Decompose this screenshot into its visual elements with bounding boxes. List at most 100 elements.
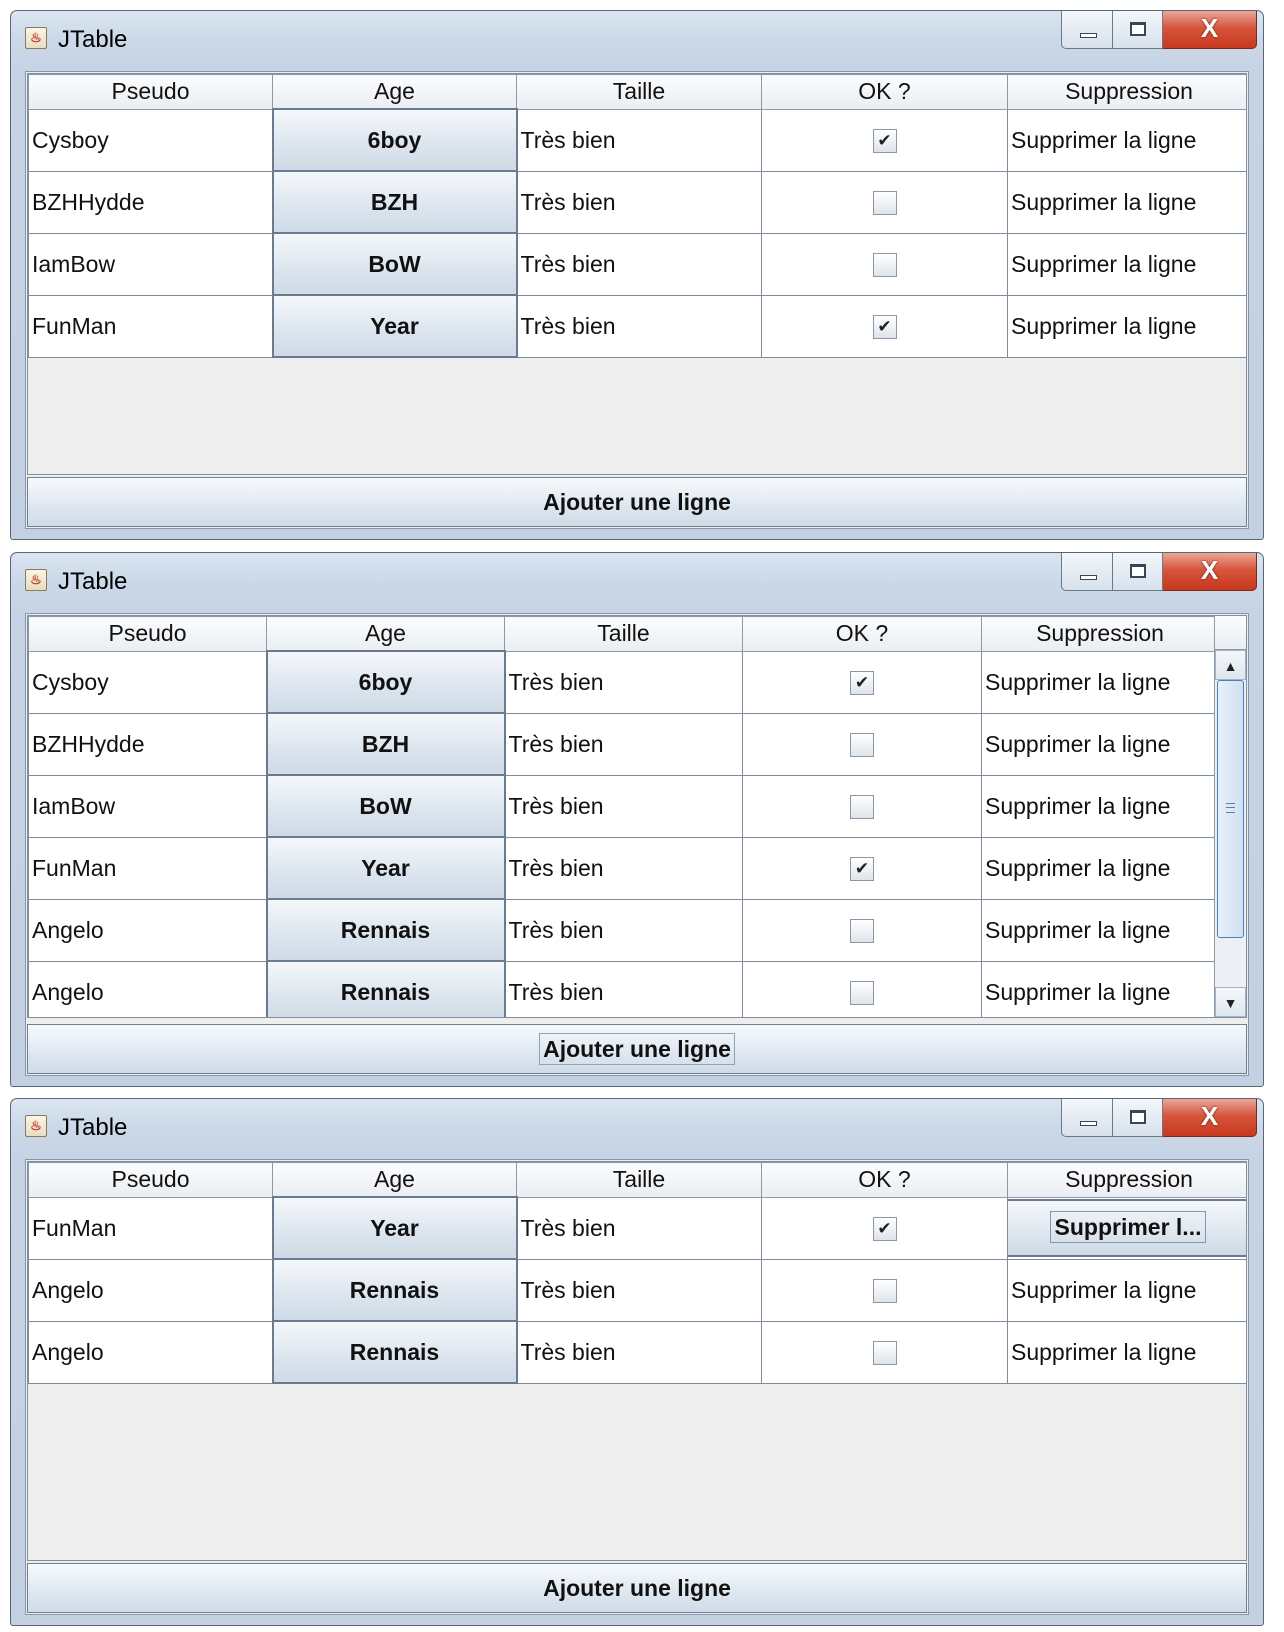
pseudo-cell[interactable]: Angelo — [28, 1258, 273, 1322]
column-header-age[interactable]: Age — [266, 616, 505, 652]
age-button[interactable]: Year — [265, 836, 506, 900]
column-header-pseudo[interactable]: Pseudo — [28, 1162, 273, 1198]
add-row-button[interactable]: Ajouter une ligne — [27, 477, 1247, 527]
pseudo-cell[interactable]: Angelo — [28, 960, 267, 1017]
column-header-ok[interactable]: OK ? — [761, 74, 1008, 110]
taille-cell[interactable]: Très bien — [504, 774, 743, 838]
ok-checkbox[interactable]: ✔ — [872, 1341, 897, 1366]
column-header-taille[interactable]: Taille — [516, 1162, 762, 1198]
pseudo-cell[interactable]: Angelo — [28, 898, 267, 962]
close-button[interactable]: X — [1163, 553, 1257, 591]
pseudo-cell[interactable]: Cysboy — [28, 650, 267, 714]
suppression-cell[interactable]: Supprimer la ligne — [1007, 108, 1246, 172]
pseudo-cell[interactable]: FunMan — [28, 294, 273, 358]
age-button[interactable]: 6boy — [271, 108, 518, 172]
suppression-cell[interactable]: Supprimer la ligne — [981, 960, 1219, 1017]
age-button[interactable]: Rennais — [265, 960, 506, 1017]
taille-cell[interactable]: Très bien — [504, 898, 743, 962]
ok-checkbox[interactable]: ✔ — [850, 795, 874, 820]
suppression-cell[interactable]: Supprimer la ligne — [981, 774, 1219, 838]
ok-checkbox[interactable]: ✔ — [872, 315, 897, 340]
suppression-cell[interactable]: Supprimer la ligne — [981, 836, 1219, 900]
taille-cell[interactable]: Très bien — [516, 170, 762, 234]
age-button[interactable]: BoW — [265, 774, 506, 838]
taille-cell[interactable]: Très bien — [516, 1320, 762, 1384]
taille-cell[interactable]: Très bien — [516, 294, 762, 358]
ok-checkbox[interactable]: ✔ — [872, 253, 897, 278]
suppression-cell[interactable]: Supprimer la ligne — [1007, 232, 1246, 296]
scroll-up-button[interactable]: ▲ — [1215, 650, 1246, 680]
close-button[interactable]: X — [1163, 1099, 1257, 1137]
maximize-button[interactable] — [1113, 11, 1163, 49]
maximize-button[interactable] — [1113, 1099, 1163, 1137]
pseudo-cell[interactable]: IamBow — [28, 232, 273, 296]
add-row-button[interactable]: Ajouter une ligne — [27, 1563, 1247, 1613]
column-header-suppression[interactable]: Suppression — [981, 616, 1219, 652]
title-bar[interactable]: ♨ JTable X — [11, 553, 1263, 615]
ok-checkbox[interactable]: ✔ — [872, 191, 897, 216]
column-header-ok[interactable]: OK ? — [742, 616, 982, 652]
age-button[interactable]: BoW — [271, 232, 518, 296]
suppression-cell[interactable]: Supprimer la ligne — [1007, 1320, 1246, 1384]
column-header-pseudo[interactable]: Pseudo — [28, 616, 267, 652]
age-button[interactable]: BZH — [265, 712, 506, 776]
minimize-button[interactable] — [1061, 553, 1113, 591]
minimize-button[interactable] — [1061, 11, 1113, 49]
taille-cell[interactable]: Très bien — [504, 960, 743, 1017]
taille-cell[interactable]: Très bien — [516, 1258, 762, 1322]
suppression-cell[interactable]: Supprimer la ligne — [1007, 1258, 1246, 1322]
column-header-taille[interactable]: Taille — [504, 616, 743, 652]
ok-checkbox[interactable]: ✔ — [872, 1217, 897, 1242]
age-button[interactable]: Rennais — [271, 1320, 518, 1384]
column-header-ok[interactable]: OK ? — [761, 1162, 1008, 1198]
vertical-scrollbar[interactable]: ▲ ▼ — [1214, 616, 1246, 1017]
pseudo-cell[interactable]: IamBow — [28, 774, 267, 838]
column-header-age[interactable]: Age — [272, 1162, 517, 1198]
delete-row-button[interactable]: Supprimer l... — [1008, 1199, 1246, 1257]
taille-cell[interactable]: Très bien — [504, 650, 743, 714]
pseudo-cell[interactable]: BZHHydde — [28, 712, 267, 776]
age-button[interactable]: BZH — [271, 170, 518, 234]
close-button[interactable]: X — [1163, 11, 1257, 49]
scroll-down-button[interactable]: ▼ — [1215, 987, 1246, 1017]
minimize-button[interactable] — [1061, 1099, 1113, 1137]
pseudo-cell[interactable]: Angelo — [28, 1320, 273, 1384]
suppression-cell[interactable]: Supprimer la ligne — [1007, 170, 1246, 234]
age-button[interactable]: Year — [271, 294, 518, 358]
column-header-suppression[interactable]: Suppression — [1007, 1162, 1246, 1198]
ok-checkbox[interactable]: ✔ — [850, 919, 874, 944]
maximize-button[interactable] — [1113, 553, 1163, 591]
ok-checkbox[interactable]: ✔ — [872, 1279, 897, 1304]
pseudo-cell[interactable]: FunMan — [28, 836, 267, 900]
column-header-taille[interactable]: Taille — [516, 74, 762, 110]
pseudo-cell[interactable]: Cysboy — [28, 108, 273, 172]
scrollbar-thumb[interactable] — [1217, 680, 1244, 938]
taille-cell[interactable]: Très bien — [504, 836, 743, 900]
age-button[interactable]: 6boy — [265, 650, 506, 714]
taille-cell[interactable]: Très bien — [516, 1196, 762, 1260]
suppression-cell[interactable]: Supprimer la ligne — [981, 898, 1219, 962]
java-icon: ♨ — [25, 569, 47, 591]
taille-cell[interactable]: Très bien — [516, 108, 762, 172]
add-row-button[interactable]: Ajouter une ligne — [27, 1024, 1247, 1074]
ok-checkbox[interactable]: ✔ — [850, 671, 874, 696]
ok-checkbox[interactable]: ✔ — [872, 129, 897, 154]
suppression-cell[interactable]: Supprimer la ligne — [981, 650, 1219, 714]
pseudo-cell[interactable]: BZHHydde — [28, 170, 273, 234]
pseudo-cell[interactable]: FunMan — [28, 1196, 273, 1260]
column-header-pseudo[interactable]: Pseudo — [28, 74, 273, 110]
ok-checkbox[interactable]: ✔ — [850, 981, 874, 1006]
age-button[interactable]: Rennais — [271, 1258, 518, 1322]
ok-checkbox[interactable]: ✔ — [850, 857, 874, 882]
column-header-suppression[interactable]: Suppression — [1007, 74, 1246, 110]
suppression-cell[interactable]: Supprimer la ligne — [1007, 294, 1246, 358]
age-button[interactable]: Year — [271, 1196, 518, 1260]
taille-cell[interactable]: Très bien — [504, 712, 743, 776]
title-bar[interactable]: ♨ JTable X — [11, 1099, 1263, 1161]
age-button[interactable]: Rennais — [265, 898, 506, 962]
column-header-age[interactable]: Age — [272, 74, 517, 110]
taille-cell[interactable]: Très bien — [516, 232, 762, 296]
suppression-cell[interactable]: Supprimer la ligne — [981, 712, 1219, 776]
title-bar[interactable]: ♨ JTable X — [11, 11, 1263, 73]
ok-checkbox[interactable]: ✔ — [850, 733, 874, 758]
